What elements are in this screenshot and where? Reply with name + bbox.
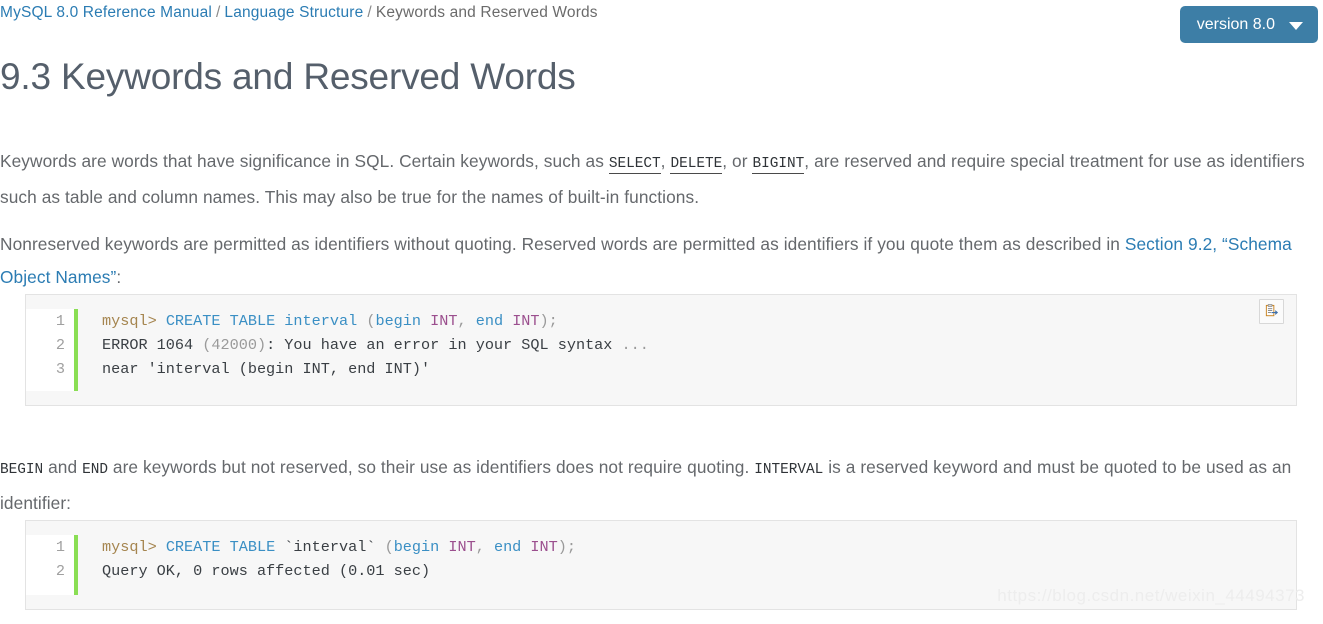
text-fragment: Nonreserved keywords are permitted as id…	[0, 234, 1125, 255]
text-fragment: Keywords are words that have significanc…	[0, 151, 609, 172]
text-fragment: , or	[722, 151, 753, 172]
text-fragment: :	[116, 267, 122, 288]
clipboard-copy-icon[interactable]	[1259, 299, 1284, 324]
keyword-end: END	[82, 462, 108, 479]
code-block: 1 2 3 mysql> CREATE TABLE interval (begin …	[25, 294, 1297, 406]
code-line-number: 2	[55, 562, 65, 580]
paragraph-intro: Keywords are words that have significanc…	[0, 145, 1319, 214]
code-line: Query OK, 0 rows affected (0.01 sec)	[102, 559, 1296, 583]
code-token: CREATE TABLE	[165, 538, 285, 556]
code-line-number: 1	[55, 538, 65, 556]
code-line: ERROR 1064 (42000): You have an error in…	[102, 333, 1296, 357]
breadcrumb-item-manual[interactable]: MySQL 8.0 Reference Manual	[0, 4, 212, 21]
keyword-delete: DELETE	[670, 156, 723, 175]
code-line-number: 3	[55, 360, 65, 378]
keyword-select: SELECT	[608, 156, 661, 175]
code-token: ERROR 1064	[102, 336, 203, 354]
code-token: INT	[448, 538, 476, 556]
paragraph-nonreserved: Nonreserved keywords are permitted as id…	[0, 228, 1319, 294]
breadcrumb-item-language-structure[interactable]: Language Structure	[224, 4, 363, 21]
code-token: : You have an error in your SQL syntax	[266, 336, 622, 354]
code-line: near 'interval (begin INT, end INT)'	[102, 357, 1296, 381]
text-fragment: and	[43, 457, 83, 478]
watermark: https://blog.csdn.net/weixin_44494373	[997, 586, 1305, 605]
code-line: mysql> CREATE TABLE interval (begin INT,…	[102, 309, 1296, 333]
code-token: mysql>	[102, 312, 166, 330]
code-token: end	[493, 538, 531, 556]
code-token: `interval`	[284, 538, 385, 556]
code-line-number: 1	[55, 312, 65, 330]
code-token: ,	[475, 538, 494, 556]
code-token: Query OK, 0 rows affected (0.01 sec)	[102, 562, 431, 580]
breadcrumb-item-current: Keywords and Reserved Words	[375, 4, 598, 21]
code-token: );	[557, 538, 576, 556]
code-token: INT	[512, 312, 540, 330]
code-token: mysql>	[102, 538, 166, 556]
code-content[interactable]: mysql> CREATE TABLE interval (begin INT,…	[78, 309, 1296, 391]
breadcrumb: MySQL 8.0 Reference Manual / Language Stru…	[0, 2, 598, 24]
breadcrumb-separator: /	[215, 4, 221, 21]
code-token: near 'interval (begin INT, end INT)'	[102, 360, 431, 378]
keyword-begin: BEGIN	[0, 462, 44, 479]
code-token: (	[384, 538, 394, 556]
text-fragment: ,	[660, 151, 671, 172]
code-token: INT	[530, 538, 558, 556]
breadcrumb-separator: /	[367, 4, 372, 21]
code-line-numbers: 1 2 3	[26, 309, 74, 391]
code-token: );	[539, 312, 558, 330]
text-fragment: are keywords but not reserved, so their …	[107, 457, 755, 478]
code-token: ,	[457, 312, 476, 330]
page-title: 9.3 Keywords and Reserved Words	[0, 56, 576, 97]
version-selector-button[interactable]: version 8.0	[1179, 6, 1318, 43]
code-token: CREATE TABLE interval	[165, 312, 367, 330]
code-token: begin	[375, 312, 431, 330]
chevron-down-icon	[1289, 21, 1303, 30]
code-token: end	[475, 312, 513, 330]
documentation-page: MySQL 8.0 Reference Manual / Language Stru…	[0, 0, 1323, 624]
keyword-interval: INTERVAL	[754, 462, 824, 479]
code-line-numbers: 12	[26, 535, 74, 595]
keyword-bigint: BIGINT	[752, 156, 805, 175]
code-line: mysql> CREATE TABLE `interval` (begin IN…	[102, 535, 1296, 559]
code-token: (42000)	[202, 336, 267, 354]
clipboard-copy-glyph	[1265, 304, 1279, 317]
code-line-number: 2	[55, 336, 65, 354]
code-token: begin	[393, 538, 449, 556]
code-token: INT	[430, 312, 458, 330]
code-token: ...	[621, 336, 649, 354]
version-selector-label: version 8.0	[1196, 15, 1275, 33]
paragraph-begin-end: BEGIN and END are keywords but not reser…	[0, 451, 1319, 520]
